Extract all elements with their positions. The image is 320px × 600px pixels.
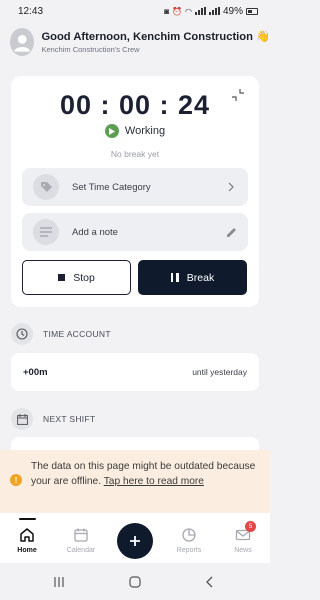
tab-indicator-empty <box>235 518 252 520</box>
back-icon <box>206 576 213 588</box>
time-account-title: TIME ACCOUNT <box>43 329 111 339</box>
break-label: Break <box>186 271 215 284</box>
mail-icon-wrap: 5 <box>235 521 256 543</box>
timer-display: 00 : 00 : 24 <box>59 90 211 120</box>
recent-apps-button[interactable] <box>52 575 66 589</box>
tab-home-label: Home <box>17 547 37 554</box>
greeting-block: Good Afternoon, Kenchim Construction 👋 K… <box>41 30 270 54</box>
status-bar: 12:43 ◙ ⏰ ◠ 49% <box>0 0 270 22</box>
play-icon <box>104 124 119 138</box>
signal-icon-2 <box>208 7 220 15</box>
tab-news-label: News <box>234 547 252 554</box>
work-status: Working <box>0 124 270 138</box>
news-badge: 5 <box>245 521 256 532</box>
next-shift-title: NEXT SHIFT <box>43 414 96 424</box>
avatar[interactable] <box>10 28 35 56</box>
offline-message-block: The data on this page might be outdated … <box>31 460 260 489</box>
calendar-icon <box>11 408 33 430</box>
greeting-title: Good Afternoon, Kenchim Construction 👋 <box>41 31 270 43</box>
time-account-header: TIME ACCOUNT <box>11 320 259 348</box>
clock-icon <box>11 323 33 345</box>
set-time-category-button[interactable]: Set Time Category <box>22 168 248 206</box>
battery-icon <box>246 7 258 15</box>
warning-icon: ! <box>10 474 22 486</box>
tab-news[interactable]: 5 News <box>223 513 263 563</box>
notification-icon: ◙ <box>164 6 170 16</box>
pie-chart-icon <box>182 528 196 542</box>
active-indicator <box>18 518 36 520</box>
battery-percent: 49% <box>222 5 243 17</box>
break-info: No break yet <box>110 149 160 159</box>
add-note-placeholder: Add a note <box>72 226 118 238</box>
time-account-card[interactable]: +00m until yesterday <box>11 353 259 391</box>
alarm-icon: ⏰ <box>172 6 182 16</box>
tag-icon <box>33 174 59 200</box>
stop-label: Stop <box>73 271 95 284</box>
system-nav-bar <box>0 563 270 600</box>
pencil-icon[interactable] <box>224 225 238 239</box>
header: Good Afternoon, Kenchim Construction 👋 K… <box>0 24 270 60</box>
person-icon <box>14 35 31 52</box>
calendar-tab-icon <box>74 528 88 542</box>
time-account-value: +00m <box>23 366 48 378</box>
tab-indicator-empty <box>181 518 198 520</box>
home-icon <box>20 528 34 542</box>
wifi-icon: ◠ <box>185 6 192 16</box>
read-more-link[interactable]: Tap here to read more <box>104 476 204 487</box>
tab-reports-label: Reports <box>176 547 202 554</box>
signal-icon <box>194 7 206 15</box>
add-button[interactable] <box>117 523 153 559</box>
crew-name: Kenchim Construction's Crew <box>41 45 140 54</box>
stop-icon <box>58 274 66 281</box>
status-icons: ◙ ⏰ ◠ 49% <box>164 6 258 17</box>
work-status-label: Working <box>124 125 166 137</box>
tab-indicator-empty <box>73 518 90 520</box>
chevron-right-icon <box>224 180 238 194</box>
tab-reports[interactable]: Reports <box>169 513 209 563</box>
tab-calendar[interactable]: Calendar <box>61 513 101 563</box>
break-button[interactable]: Break <box>138 260 247 295</box>
tab-calendar-label: Calendar <box>66 547 96 554</box>
recents-icon <box>54 577 64 587</box>
notes-icon <box>33 219 59 245</box>
tab-home[interactable]: Home <box>7 513 47 563</box>
home-nav-icon <box>129 576 141 588</box>
stop-button[interactable]: Stop <box>22 260 131 295</box>
status-time: 12:43 <box>18 5 44 17</box>
time-account-note: until yesterday <box>192 367 247 377</box>
time-category-label: Set Time Category <box>72 181 151 193</box>
back-button[interactable] <box>203 575 217 589</box>
pause-icon <box>170 273 179 282</box>
home-nav-button[interactable] <box>128 575 142 589</box>
plus-icon <box>130 536 140 546</box>
add-note-field[interactable]: Add a note <box>22 213 248 251</box>
next-shift-header: NEXT SHIFT <box>11 405 259 433</box>
offline-banner: ! The data on this page might be outdate… <box>0 450 270 513</box>
